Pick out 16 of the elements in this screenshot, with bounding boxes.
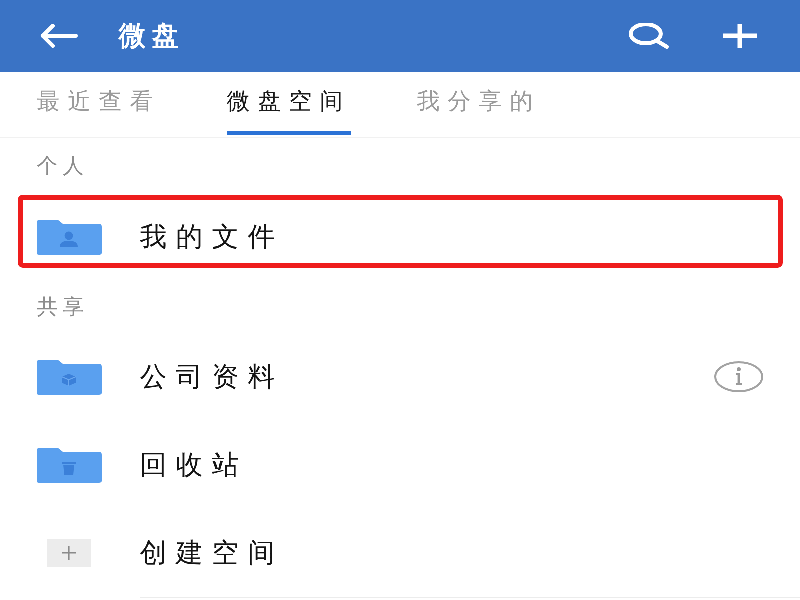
section-heading: 共享 (37, 294, 89, 321)
info-icon[interactable] (714, 361, 764, 393)
tab[interactable]: 微盘空间 (227, 72, 351, 135)
back-arrow-icon[interactable] (40, 24, 78, 48)
add-icon[interactable] (722, 23, 758, 49)
space-name[interactable]: 公司资料 (140, 359, 284, 395)
plus-icon[interactable] (47, 539, 91, 567)
folder-cube-icon (36, 360, 102, 394)
section-heading: 个人 (37, 152, 89, 180)
folder-person-icon (36, 220, 102, 254)
folder-trash-icon (36, 448, 102, 482)
space-name[interactable]: 我的文件 (140, 219, 284, 255)
space-name[interactable]: 创建空间 (140, 535, 284, 571)
search-icon[interactable] (628, 23, 670, 49)
app-title: 微盘 (119, 20, 185, 54)
space-name[interactable]: 回收站 (140, 447, 248, 483)
